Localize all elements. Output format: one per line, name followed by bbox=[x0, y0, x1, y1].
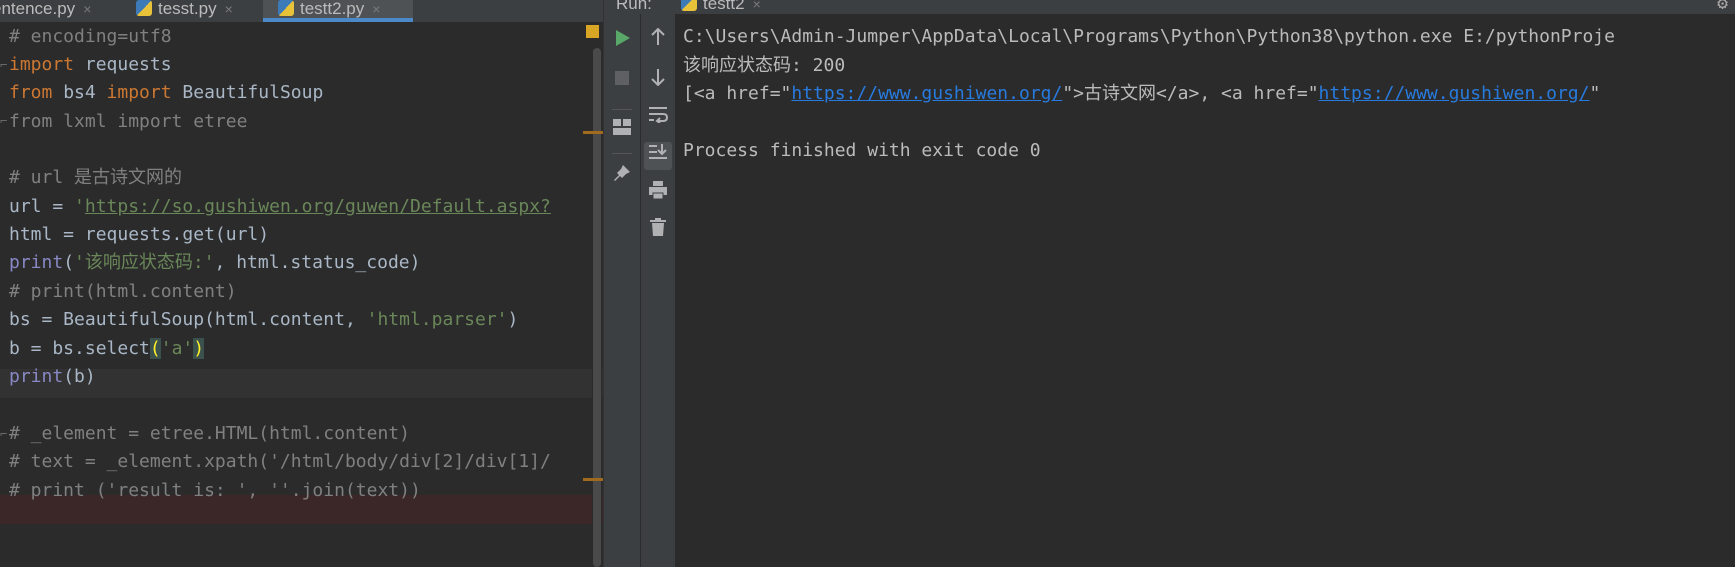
console-line: [<a href="https://www.gushiwen.org/">古诗文… bbox=[683, 83, 1601, 104]
pin-icon[interactable] bbox=[608, 164, 636, 192]
code-line: from bs4 import BeautifulSoup bbox=[9, 82, 324, 103]
error-stripe-marker[interactable] bbox=[583, 478, 603, 481]
editor-tab-bar: entence.py × tesst.py × testt2.py × bbox=[0, 0, 603, 22]
code-line: # text = _element.xpath('/html/body/div[… bbox=[9, 451, 551, 472]
fold-icon[interactable]: ⌐ bbox=[0, 114, 8, 130]
console-line: Process finished with exit code 0 bbox=[683, 140, 1041, 161]
tab-tesst-py[interactable]: tesst.py × bbox=[136, 0, 233, 22]
gear-icon[interactable]: ⚙ bbox=[1717, 0, 1728, 14]
soft-wrap-icon[interactable] bbox=[644, 104, 672, 132]
active-tab-indicator bbox=[263, 18, 413, 22]
console-line: C:\Users\Admin-Jumper\AppData\Local\Prog… bbox=[683, 26, 1615, 47]
code-line: import requests bbox=[9, 54, 172, 75]
console-link[interactable]: https://www.gushiwen.org/ bbox=[791, 83, 1062, 104]
code-line: from lxml import etree bbox=[9, 111, 248, 132]
run-icon[interactable] bbox=[608, 28, 636, 56]
code-line: url = 'https://so.gushiwen.org/guwen/Def… bbox=[9, 196, 551, 217]
run-tool-window: Run: testt2 × ⚙ C:\Users\Admin-Jumper\Ap… bbox=[603, 0, 1735, 567]
run-toolbar-right bbox=[641, 14, 676, 567]
run-toolbar-left bbox=[604, 14, 640, 567]
close-icon[interactable]: × bbox=[753, 0, 761, 12]
run-tab-testt2[interactable]: testt2 × bbox=[681, 0, 761, 14]
trash-icon[interactable] bbox=[644, 217, 672, 245]
stop-icon[interactable] bbox=[608, 66, 636, 94]
code-line: print(b) bbox=[9, 366, 96, 387]
close-icon[interactable]: × bbox=[225, 1, 233, 17]
error-stripe-marker[interactable] bbox=[583, 131, 603, 134]
run-header: Run: testt2 × ⚙ bbox=[604, 0, 1735, 14]
code-line: # print(html.content) bbox=[9, 281, 237, 302]
console-line: 该响应状态码: 200 bbox=[683, 55, 846, 76]
warning-marker-icon[interactable] bbox=[586, 25, 599, 38]
python-file-icon bbox=[136, 0, 152, 16]
editor-scrollbar-thumb[interactable] bbox=[593, 48, 601, 567]
toolbar-separator bbox=[612, 109, 632, 110]
arrow-up-icon[interactable] bbox=[644, 27, 672, 55]
code-line: bs = BeautifulSoup(html.content, 'html.p… bbox=[9, 309, 519, 330]
close-icon[interactable]: × bbox=[372, 1, 380, 17]
code-line: b = bs.select('a') bbox=[9, 338, 205, 359]
close-icon[interactable]: × bbox=[83, 1, 91, 17]
scroll-to-end-icon[interactable] bbox=[644, 142, 672, 170]
tab-label: entence.py bbox=[0, 0, 76, 18]
tab-label: testt2.py bbox=[300, 0, 365, 18]
python-file-icon bbox=[681, 0, 697, 11]
python-file-icon bbox=[278, 0, 294, 16]
code-line: # url 是古诗文网的 bbox=[9, 167, 183, 188]
toolbar-separator bbox=[612, 153, 632, 154]
code-url-link[interactable]: https://so.gushiwen.org/guwen/Default.as… bbox=[85, 196, 551, 217]
code-line: print('该响应状态码:', html.status_code) bbox=[9, 252, 421, 273]
print-icon[interactable] bbox=[644, 180, 672, 208]
run-label: Run: bbox=[616, 0, 652, 13]
console-link[interactable]: https://www.gushiwen.org/ bbox=[1319, 83, 1590, 104]
fold-icon[interactable]: ⌐ bbox=[0, 427, 8, 443]
fold-icon[interactable]: ⌐ bbox=[0, 58, 8, 74]
tab-testt2-py[interactable]: testt2.py × bbox=[263, 0, 413, 22]
code-line: # print ('result is: ', ''.join(text)) bbox=[9, 480, 421, 501]
arrow-down-icon[interactable] bbox=[644, 67, 672, 95]
code-editor[interactable]: entence.py × tesst.py × testt2.py × # encod… bbox=[0, 0, 603, 567]
tab-label: tesst.py bbox=[158, 0, 217, 18]
console-output[interactable]: C:\Users\Admin-Jumper\AppData\Local\Prog… bbox=[676, 14, 1735, 567]
layout-icon[interactable] bbox=[608, 116, 636, 144]
code-line: html = requests.get(url) bbox=[9, 224, 270, 245]
tab-entence-py[interactable]: entence.py × bbox=[0, 0, 91, 22]
code-line: # _element = etree.HTML(html.content) bbox=[9, 423, 410, 444]
code-line: # encoding=utf8 bbox=[9, 26, 172, 47]
